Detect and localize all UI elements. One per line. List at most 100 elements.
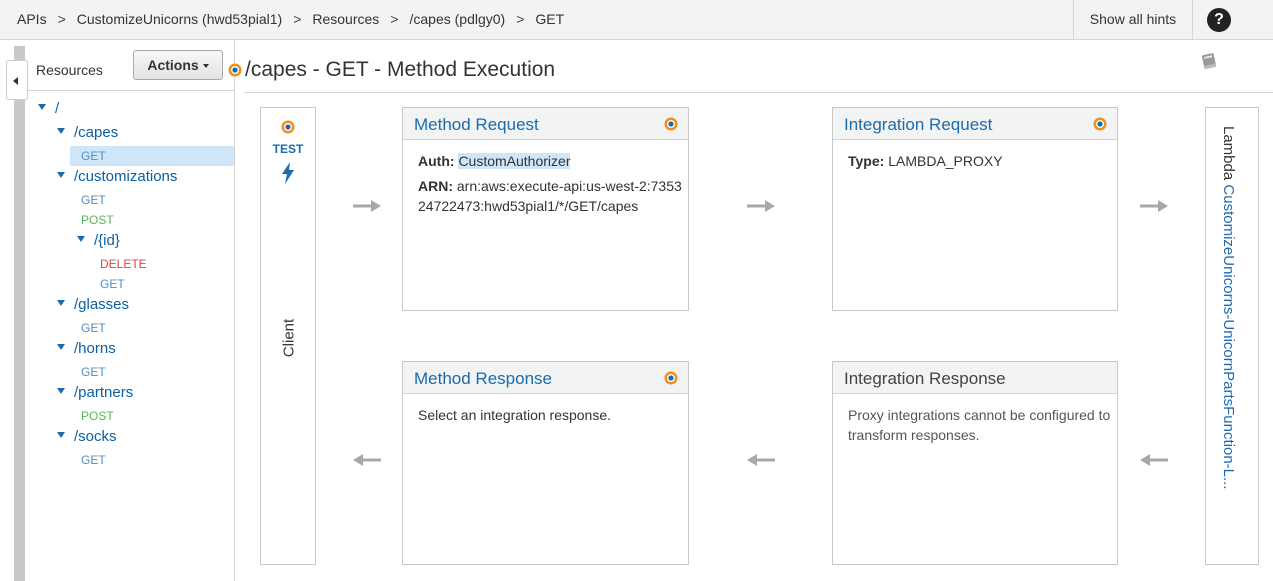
expand-triangle-icon[interactable]	[57, 128, 65, 135]
tree-node-label: /customizations	[74, 168, 178, 185]
card-body: Select an integration response.	[403, 394, 688, 436]
auth-value: CustomAuthorizer	[458, 153, 571, 169]
tree-node-label: /socks	[74, 428, 117, 445]
type-row: Type: LAMBDA_PROXY	[848, 151, 1102, 171]
expand-triangle-icon[interactable]	[57, 172, 65, 179]
type-label: Type:	[848, 153, 885, 169]
breadcrumb-separator: >	[390, 11, 399, 27]
tree-node-partners[interactable]: /partners	[57, 384, 133, 404]
auth-label: Auth:	[418, 153, 455, 169]
tree-node-label: /partners	[74, 384, 134, 401]
breadcrumb-apis[interactable]: APIs	[17, 11, 47, 27]
help-icon[interactable]: ?	[1207, 8, 1231, 32]
lightning-bolt-icon[interactable]	[280, 162, 296, 184]
card-header: Integration Request	[833, 108, 1117, 140]
actions-dropdown[interactable]: Actions	[133, 50, 223, 80]
lambda-label-group: Lambda CustomizeUnicorns-UnicornPartsFun…	[1220, 126, 1237, 546]
method-response-card: Method Response Select an integration re…	[402, 361, 689, 565]
tree-node-root[interactable]: /	[38, 100, 59, 120]
integration-request-card: Integration Request Type: LAMBDA_PROXY	[832, 107, 1118, 311]
client-column: TEST Client	[260, 107, 316, 565]
tree-method-socks-get[interactable]: GET	[81, 451, 106, 469]
divider	[244, 92, 1273, 93]
method-request-card: Method Request Auth: CustomAuthorizer AR…	[402, 107, 689, 311]
tree-method-id-get[interactable]: GET	[100, 275, 125, 293]
lambda-label: Lambda	[1220, 126, 1237, 181]
hint-dot-icon[interactable]	[663, 370, 679, 386]
expand-triangle-icon[interactable]	[57, 344, 65, 351]
arrow-right-icon	[747, 200, 775, 212]
integration-request-link[interactable]: Integration Request	[844, 115, 992, 135]
expand-triangle-icon[interactable]	[77, 236, 85, 243]
client-label: Client	[280, 318, 298, 358]
tree-node-horns[interactable]: /horns	[57, 340, 116, 360]
expand-triangle-icon[interactable]	[57, 432, 65, 439]
card-header: Integration Response	[833, 362, 1117, 394]
card-body: Proxy integrations cannot be configured …	[833, 394, 1117, 456]
tree-node-socks[interactable]: /socks	[57, 428, 117, 448]
breadcrumb-separator: >	[293, 11, 302, 27]
expand-triangle-icon[interactable]	[38, 104, 46, 111]
breadcrumb-method: GET	[535, 11, 565, 27]
sidebar-gutter	[14, 46, 25, 581]
arn-value: arn:aws:execute-api:us-west-2:7353247224…	[418, 178, 682, 214]
tree-node-customizations[interactable]: /customizations	[57, 168, 177, 188]
method-response-link[interactable]: Method Response	[414, 369, 552, 389]
arn-label: ARN:	[418, 178, 453, 194]
tree-method-glasses-get[interactable]: GET	[81, 319, 106, 337]
arrow-left-icon	[353, 454, 381, 466]
integration-response-title: Integration Response	[844, 369, 1006, 388]
card-header: Method Request	[403, 108, 688, 140]
lambda-function-link[interactable]: CustomizeUnicorns-UnicornPartsFunction-L…	[1220, 184, 1237, 489]
auth-row: Auth: CustomAuthorizer	[418, 151, 673, 171]
card-body: Auth: CustomAuthorizer ARN: arn:aws:exec…	[403, 140, 688, 232]
arrow-right-icon	[353, 200, 381, 212]
breadcrumb-separator: >	[57, 11, 66, 27]
tree-method-capes-get[interactable]: GET	[81, 147, 106, 165]
type-value: LAMBDA_PROXY	[888, 153, 1003, 169]
actions-label: Actions	[147, 57, 199, 73]
expand-triangle-icon[interactable]	[57, 300, 65, 307]
method-request-link[interactable]: Method Request	[414, 115, 539, 135]
book-icon[interactable]	[1199, 51, 1219, 71]
tree-node-id[interactable]: /{id}	[77, 232, 120, 252]
tree-node-capes[interactable]: /capes	[57, 124, 118, 144]
arn-row: ARN: arn:aws:execute-api:us-west-2:73532…	[418, 176, 685, 216]
card-header: Method Response	[403, 362, 688, 394]
breadcrumb-separator: >	[516, 11, 525, 27]
page-title: /capes - GET - Method Execution	[245, 58, 556, 81]
resources-title: Resources	[36, 62, 103, 78]
tree-node-label: /horns	[74, 340, 116, 357]
divider	[26, 90, 235, 91]
tree-method-customizations-post[interactable]: POST	[81, 211, 114, 229]
arrow-left-icon	[747, 454, 775, 466]
hint-dot-icon[interactable]	[1092, 116, 1108, 132]
hint-dot-icon[interactable]	[280, 119, 296, 135]
breadcrumb: APIs > CustomizeUnicorns (hwd53pial1) > Reso…	[17, 11, 564, 27]
breadcrumb-resource[interactable]: /capes (pdlgy0)	[409, 11, 505, 27]
arrow-left-icon	[1140, 454, 1168, 466]
hint-dot-icon[interactable]	[663, 116, 679, 132]
show-all-hints-button[interactable]: Show all hints	[1073, 0, 1193, 40]
tree-method-customizations-get[interactable]: GET	[81, 191, 106, 209]
breadcrumb-resources[interactable]: Resources	[312, 11, 379, 27]
tree-node-label: /glasses	[74, 296, 130, 313]
integration-response-text: Proxy integrations cannot be configured …	[848, 407, 1111, 443]
collapse-sidebar-button[interactable]	[6, 60, 28, 100]
expand-triangle-icon[interactable]	[57, 388, 65, 395]
arrow-right-icon	[1140, 200, 1168, 212]
tree-method-id-delete[interactable]: DELETE	[100, 255, 147, 273]
tree-node-label: /capes	[74, 124, 119, 141]
breadcrumb-api-name[interactable]: CustomizeUnicorns (hwd53pial1)	[77, 11, 282, 27]
tree-method-horns-get[interactable]: GET	[81, 363, 106, 381]
card-body: Type: LAMBDA_PROXY	[833, 140, 1117, 187]
tree-node-glasses[interactable]: /glasses	[57, 296, 129, 316]
tree-node-label: /{id}	[94, 232, 120, 249]
integration-response-card: Integration Response Proxy integrations …	[832, 361, 1118, 565]
hint-dot-icon[interactable]	[227, 62, 243, 78]
test-button[interactable]: TEST	[261, 142, 315, 156]
tree-node-label: /	[55, 100, 60, 117]
lambda-column: Lambda CustomizeUnicorns-UnicornPartsFun…	[1205, 107, 1259, 565]
tree-method-partners-post[interactable]: POST	[81, 407, 114, 425]
method-response-text: Select an integration response.	[418, 407, 612, 423]
